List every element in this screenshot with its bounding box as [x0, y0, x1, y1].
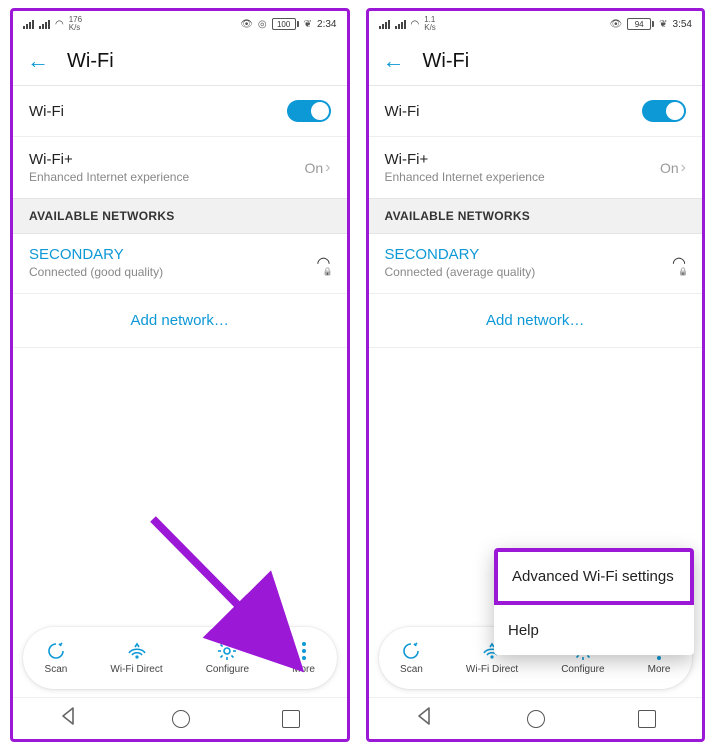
scan-button[interactable]: Scan: [45, 641, 68, 675]
advanced-wifi-settings-item[interactable]: Advanced Wi-Fi settings: [494, 548, 694, 605]
network-status: Connected (good quality): [29, 265, 163, 279]
network-name: SECONDARY: [29, 246, 163, 263]
battery-icon: 94: [627, 18, 654, 30]
wifi-secure-icon: ◠: [317, 253, 331, 273]
chevron-right-icon: ›: [681, 159, 686, 177]
back-icon[interactable]: ←: [27, 48, 49, 74]
android-nav-bar: [13, 697, 347, 739]
status-bar: ◠ 1.1K/s 94 3:54: [369, 11, 703, 37]
wifi-plus-sub: Enhanced Internet experience: [29, 170, 189, 184]
wifi-label: Wi-Fi: [29, 103, 64, 120]
add-network-button[interactable]: Add network…: [13, 293, 347, 348]
eye-comfort-icon: [609, 19, 622, 30]
gear-icon: [217, 641, 237, 661]
wifi-plus-label: Wi-Fi+: [29, 151, 189, 168]
nav-back-icon[interactable]: [415, 706, 435, 731]
more-icon: [302, 641, 306, 661]
battery-icon: 100: [272, 18, 299, 30]
add-network-button[interactable]: Add network…: [369, 293, 703, 348]
wifi-label: Wi-Fi: [385, 103, 420, 120]
help-item[interactable]: Help: [494, 605, 694, 655]
power-save-icon: [659, 19, 667, 30]
wifi-toggle-row[interactable]: Wi-Fi: [13, 85, 347, 136]
clock: 2:34: [317, 19, 336, 30]
wifi-status-icon: ◠: [411, 19, 420, 30]
more-popup-menu: Advanced Wi-Fi settings Help: [494, 548, 694, 655]
wifi-secure-icon: ◠: [672, 253, 686, 273]
wifi-toggle-row[interactable]: Wi-Fi: [369, 85, 703, 136]
nav-home-icon[interactable]: [527, 710, 545, 728]
back-icon[interactable]: ←: [383, 48, 405, 74]
network-speed: 176K/s: [69, 16, 82, 32]
network-row[interactable]: SECONDARY Connected (good quality) ◠: [13, 234, 347, 293]
wifi-signal-icon: [395, 19, 406, 29]
page-title: Wi-Fi: [67, 50, 114, 73]
wifi-plus-label: Wi-Fi+: [385, 151, 545, 168]
clock: 3:54: [673, 19, 692, 30]
chevron-right-icon: ›: [325, 159, 330, 177]
network-name: SECONDARY: [385, 246, 536, 263]
wifi-plus-row[interactable]: Wi-Fi+ Enhanced Internet experience On ›: [13, 136, 347, 198]
phone-screenshot-1: ◠ 176K/s 100 2:34 ← Wi-Fi Wi-Fi Wi-Fi+ E…: [10, 8, 350, 742]
available-networks-header: AVAILABLE NETWORKS: [13, 198, 347, 234]
page-title: Wi-Fi: [423, 50, 470, 73]
scan-icon: [46, 641, 66, 661]
wifi-signal-icon: [39, 19, 50, 29]
app-bar: ← Wi-Fi: [13, 37, 347, 85]
wifi-plus-value: On: [660, 160, 679, 176]
power-save-icon: [304, 19, 312, 30]
phone-screenshot-2: ◠ 1.1K/s 94 3:54 ← Wi-Fi Wi-Fi Wi-Fi+ En…: [366, 8, 706, 742]
android-nav-bar: [369, 697, 703, 739]
wifi-toggle[interactable]: [287, 100, 331, 122]
wifi-plus-value: On: [304, 160, 323, 176]
status-bar: ◠ 176K/s 100 2:34: [13, 11, 347, 37]
wifi-plus-sub: Enhanced Internet experience: [385, 170, 545, 184]
wifi-direct-button[interactable]: Wi-Fi Direct: [110, 641, 162, 675]
network-speed: 1.1K/s: [424, 16, 436, 32]
nav-back-icon[interactable]: [59, 706, 79, 731]
nav-home-icon[interactable]: [172, 710, 190, 728]
nav-recent-icon[interactable]: [638, 710, 656, 728]
more-button[interactable]: More: [292, 641, 315, 675]
wifi-direct-icon: [125, 641, 149, 661]
configure-button[interactable]: Configure: [206, 641, 249, 675]
cell-signal-icon: [23, 19, 34, 29]
scan-icon: [401, 641, 421, 661]
network-status: Connected (average quality): [385, 265, 536, 279]
network-row[interactable]: SECONDARY Connected (average quality) ◠: [369, 234, 703, 293]
location-icon: [258, 19, 267, 30]
wifi-status-icon: ◠: [55, 19, 64, 30]
wifi-toggle[interactable]: [642, 100, 686, 122]
scan-button[interactable]: Scan: [400, 641, 423, 675]
wifi-plus-row[interactable]: Wi-Fi+ Enhanced Internet experience On ›: [369, 136, 703, 198]
available-networks-header: AVAILABLE NETWORKS: [369, 198, 703, 234]
eye-comfort-icon: [240, 19, 253, 30]
app-bar: ← Wi-Fi: [369, 37, 703, 85]
cell-signal-icon: [379, 19, 390, 29]
bottom-action-bar: Scan Wi-Fi Direct Configure More: [23, 627, 337, 689]
nav-recent-icon[interactable]: [282, 710, 300, 728]
